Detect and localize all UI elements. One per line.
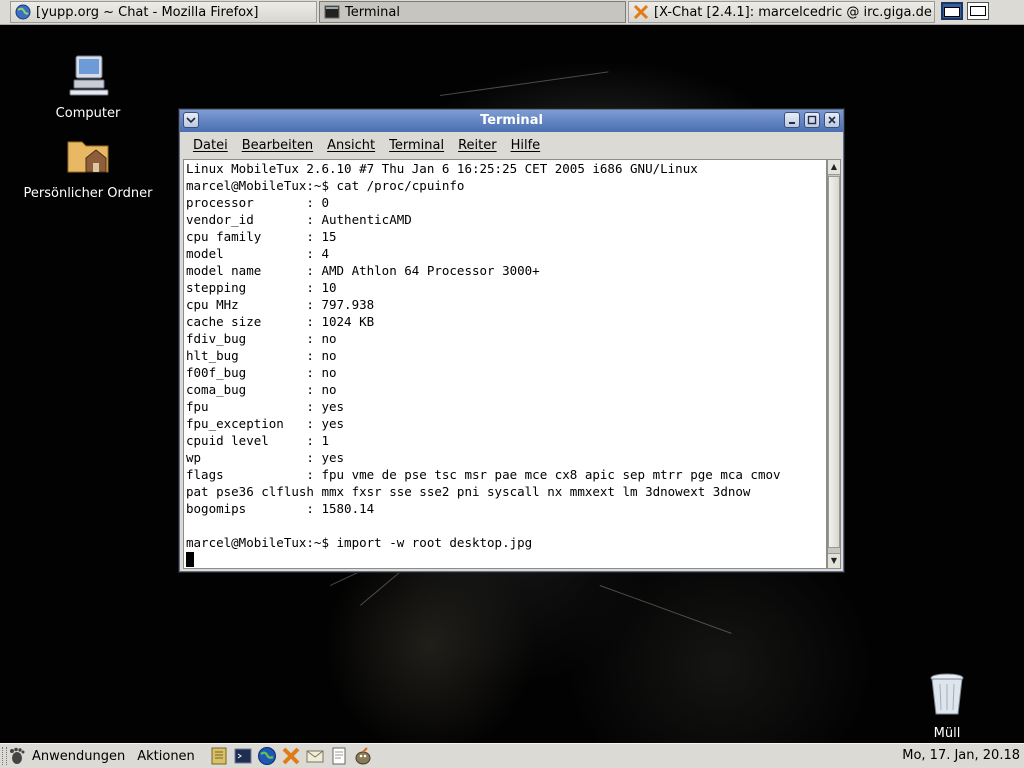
menu-bearbeiten[interactable]: Bearbeiten bbox=[235, 138, 320, 153]
terminal-line: processor : 0 bbox=[186, 195, 329, 210]
terminal-line: fpu_exception : yes bbox=[186, 416, 345, 431]
minimize-button[interactable] bbox=[784, 112, 800, 128]
menu-hilfe[interactable]: Hilfe bbox=[504, 138, 548, 153]
desktop-icon-label: Persönlicher Ordner bbox=[23, 186, 153, 201]
scroll-down-arrow[interactable]: ▼ bbox=[828, 553, 840, 568]
terminal-output[interactable]: Linux MobileTux 2.6.10 #7 Thu Jan 6 16:2… bbox=[183, 159, 827, 569]
text-editor-icon[interactable] bbox=[329, 746, 349, 766]
terminal-line: marcel@MobileTux:~$ cat /proc/cpuinfo bbox=[186, 178, 465, 193]
panel-handle[interactable] bbox=[2, 747, 7, 765]
terminal-line: hlt_bug : no bbox=[186, 348, 337, 363]
terminal-icon bbox=[324, 5, 340, 19]
mail-icon[interactable] bbox=[305, 746, 325, 766]
terminal-line: model : 4 bbox=[186, 246, 329, 261]
close-button[interactable] bbox=[824, 112, 840, 128]
minimize-icon bbox=[789, 122, 795, 124]
close-icon bbox=[828, 116, 836, 124]
task-terminal[interactable]: Terminal bbox=[319, 1, 626, 23]
task-label: [X-Chat [2.4.1]: marcelcedric @ irc.giga… bbox=[654, 4, 935, 20]
window-titlebar[interactable]: Terminal bbox=[180, 110, 843, 132]
wallpaper-whisker bbox=[440, 71, 609, 96]
globe-browser-icon[interactable] bbox=[257, 746, 277, 766]
desktop-icon-trash[interactable]: Müll bbox=[882, 670, 1012, 741]
window-title: Terminal bbox=[480, 113, 543, 128]
trash-icon bbox=[930, 673, 964, 715]
desktop-icon-label: Müll bbox=[933, 726, 961, 741]
terminal-line: marcel@MobileTux:~$ import -w root deskt… bbox=[186, 535, 533, 550]
top-panel: [yupp.org ~ Chat - Mozilla Firefox] Term… bbox=[0, 0, 1024, 25]
terminal-line: fpu : yes bbox=[186, 399, 345, 414]
terminal-line: pat pse36 clflush mmx fxsr sse sse2 pni … bbox=[186, 484, 751, 499]
menu-ansicht[interactable]: Ansicht bbox=[320, 138, 382, 153]
workspace-switcher bbox=[941, 2, 993, 22]
terminal-text: Linux MobileTux 2.6.10 #7 Thu Jan 6 16:2… bbox=[184, 160, 826, 568]
bottom-panel: Anwendungen Aktionen Mo, 17. Jan, 20.18 bbox=[0, 743, 1024, 768]
scrollbar-thumb[interactable] bbox=[828, 176, 840, 548]
menu-aktionen[interactable]: Aktionen bbox=[131, 749, 201, 764]
menu-anwendungen[interactable]: Anwendungen bbox=[26, 749, 131, 764]
terminal-line: cpu family : 15 bbox=[186, 229, 337, 244]
xchat-icon bbox=[633, 4, 649, 20]
terminal-line: Linux MobileTux 2.6.10 #7 Thu Jan 6 16:2… bbox=[186, 161, 698, 176]
desktop-icon-home[interactable]: Persönlicher Ordner bbox=[23, 130, 153, 201]
menu-datei[interactable]: Datei bbox=[186, 138, 235, 153]
task-label: [yupp.org ~ Chat - Mozilla Firefox] bbox=[36, 4, 259, 20]
terminal-line: fdiv_bug : no bbox=[186, 331, 337, 346]
terminal-cursor bbox=[186, 552, 194, 567]
task-label: Terminal bbox=[345, 4, 400, 20]
terminal-line: model name : AMD Athlon 64 Processor 300… bbox=[186, 263, 540, 278]
firefox-globe-icon bbox=[15, 4, 31, 20]
home-folder-icon bbox=[67, 141, 109, 173]
terminal-line: coma_bug : no bbox=[186, 382, 337, 397]
gnome-foot-icon[interactable] bbox=[8, 747, 26, 765]
terminal-line: wp : yes bbox=[186, 450, 345, 465]
terminal-line: f00f_bug : no bbox=[186, 365, 337, 380]
computer-icon bbox=[69, 55, 109, 96]
xchat-launcher-icon[interactable] bbox=[281, 746, 301, 766]
terminal-line: bogomips : 1580.14 bbox=[186, 501, 375, 516]
terminal-launcher-icon[interactable] bbox=[233, 746, 253, 766]
terminal-line: cache size : 1024 KB bbox=[186, 314, 375, 329]
maximize-icon bbox=[807, 115, 817, 125]
workspace-1[interactable] bbox=[941, 2, 963, 20]
menubar: Datei Bearbeiten Ansicht Terminal Reiter… bbox=[180, 133, 843, 157]
terminal-line: cpuid level : 1 bbox=[186, 433, 329, 448]
notes-icon[interactable] bbox=[209, 746, 229, 766]
workspace-2[interactable] bbox=[967, 2, 989, 20]
terminal-line: cpu MHz : 797.938 bbox=[186, 297, 375, 312]
desktop-icon-label: Computer bbox=[55, 106, 121, 121]
menu-terminal[interactable]: Terminal bbox=[382, 138, 451, 153]
menu-reiter[interactable]: Reiter bbox=[451, 138, 504, 153]
task-xchat[interactable]: [X-Chat [2.4.1]: marcelcedric @ irc.giga… bbox=[628, 1, 935, 23]
task-firefox[interactable]: [yupp.org ~ Chat - Mozilla Firefox] bbox=[10, 1, 317, 23]
terminal-line: stepping : 10 bbox=[186, 280, 337, 295]
vertical-scrollbar[interactable]: ▲ ▼ bbox=[827, 159, 841, 569]
terminal-line: vendor_id : AuthenticAMD bbox=[186, 212, 412, 227]
terminal-window: Terminal Datei Bearbeiten Ansicht Termin… bbox=[179, 109, 844, 572]
panel-clock[interactable]: Mo, 17. Jan, 20.18 bbox=[902, 748, 1020, 763]
maximize-button[interactable] bbox=[804, 112, 820, 128]
gimp-icon[interactable] bbox=[353, 746, 373, 766]
terminal-line: flags : fpu vme de pse tsc msr pae mce c… bbox=[186, 467, 781, 482]
desktop-icon-computer[interactable]: Computer bbox=[23, 50, 153, 121]
wallpaper-whisker bbox=[599, 585, 732, 634]
scroll-up-arrow[interactable]: ▲ bbox=[828, 160, 840, 175]
